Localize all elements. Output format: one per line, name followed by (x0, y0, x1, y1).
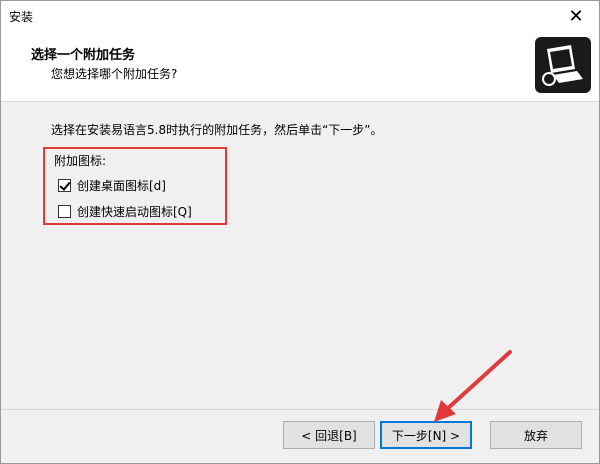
page-title: 选择一个附加任务 (31, 48, 136, 63)
installer-computer-icon (535, 37, 591, 93)
desktop-icon-checkbox[interactable] (58, 179, 71, 192)
quick-launch-label: 创建快速启动图标[Q] (77, 205, 192, 219)
additional-icons-label: 附加图标: (54, 154, 107, 168)
window-title: 安装 (9, 10, 34, 24)
footer-divider (1, 409, 599, 410)
desktop-icon-option[interactable]: 创建桌面图标[d] (58, 177, 166, 194)
instruction-text: 选择在安装易语言5.8时执行的附加任务，然后单击“下一步”。 (51, 123, 383, 137)
back-button[interactable]: < 回退[B] (283, 421, 375, 449)
close-button[interactable]: ✕ (553, 1, 599, 31)
quick-launch-option[interactable]: 创建快速启动图标[Q] (58, 203, 192, 220)
cancel-button[interactable]: 放弃 (490, 421, 582, 449)
installer-window: 安装 ✕ 选择一个附加任务 您想选择哪个附加任务? 选择在安装易语言5.8时执行… (0, 0, 600, 464)
wizard-header: 选择一个附加任务 您想选择哪个附加任务? (1, 31, 599, 102)
page-subtitle: 您想选择哪个附加任务? (51, 67, 178, 81)
quick-launch-checkbox[interactable] (58, 205, 71, 218)
next-button[interactable]: 下一步[N] > (380, 421, 472, 449)
close-icon: ✕ (568, 5, 584, 27)
desktop-icon-label: 创建桌面图标[d] (77, 179, 166, 193)
title-bar: 安装 ✕ (1, 1, 599, 31)
